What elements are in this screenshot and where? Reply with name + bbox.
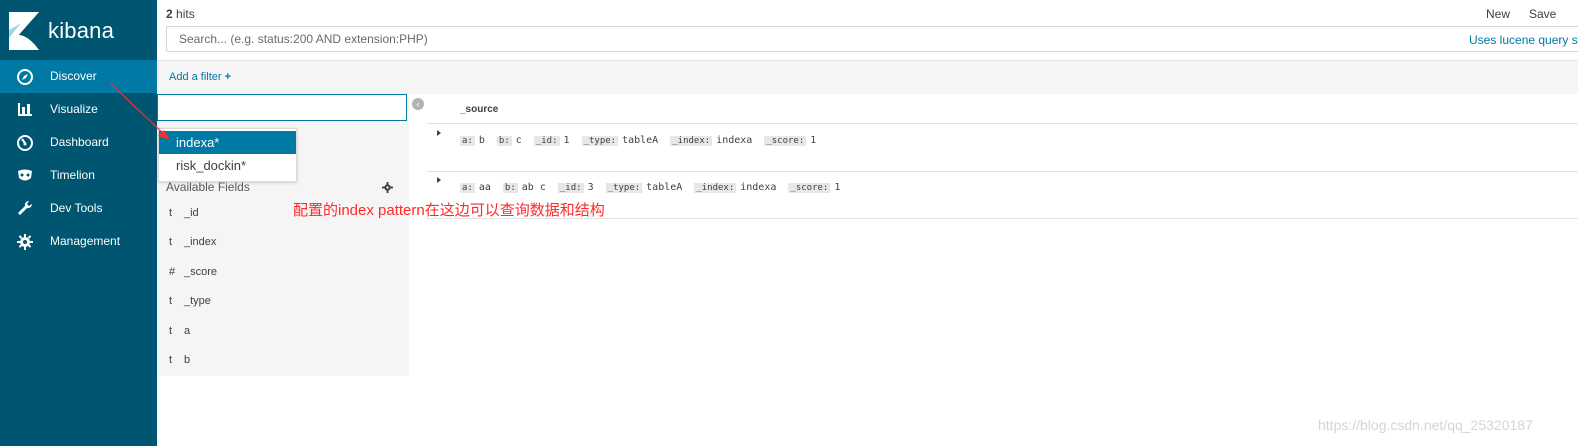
sidebar: kibana Discover Visualize Dashboard Time… — [0, 0, 157, 446]
kibana-logo[interactable]: kibana — [0, 0, 157, 60]
field-value: indexa — [716, 135, 753, 146]
sidebar-item-timelion[interactable]: Timelion — [0, 159, 157, 192]
sidebar-item-label: Visualize — [50, 102, 98, 116]
add-filter-label: Add a filter — [169, 71, 222, 83]
sidebar-item-label: Dev Tools — [50, 201, 103, 215]
timelion-mask-icon — [18, 169, 32, 181]
sidebar-item-label: Dashboard — [50, 135, 109, 149]
sidebar-item-dev-tools[interactable]: Dev Tools — [0, 192, 157, 225]
field-value: 1 — [810, 135, 817, 146]
sidebar-item-dashboard[interactable]: Dashboard — [0, 126, 157, 159]
field-key: a: — [460, 136, 475, 146]
expand-row-icon[interactable] — [437, 177, 441, 183]
field-key: _type: — [605, 183, 643, 193]
search-input[interactable] — [177, 30, 1181, 48]
sidebar-item-label: Timelion — [50, 168, 95, 182]
table-row[interactable]: a: b b: c _id: 1 _type: tableA _index: indexa… — [427, 124, 1578, 172]
index-pattern-search-input[interactable] — [157, 94, 407, 121]
field-key: _score: — [764, 136, 807, 146]
lucene-syntax-link[interactable]: Uses lucene query syntax — [1469, 33, 1578, 47]
field-type-icon: t — [169, 295, 173, 307]
field-value: 3 — [587, 182, 594, 193]
index-pattern-dropdown: indexa* risk_dockin* — [158, 128, 297, 182]
watermark: https://blog.csdn.net/qq_25320187 — [1318, 417, 1533, 433]
documents-table-header: _source — [427, 94, 1578, 124]
index-pattern-option-risk-dockin[interactable]: risk_dockin* — [159, 154, 296, 177]
wrench-icon — [18, 200, 33, 215]
add-filter-button[interactable]: Add a filter + — [169, 71, 231, 83]
field-item-score[interactable]: # _score — [169, 266, 389, 284]
plus-icon: + — [224, 71, 232, 83]
field-value: c — [515, 135, 522, 146]
field-type-icon: t — [169, 325, 173, 337]
field-value: ab c — [521, 182, 546, 193]
sidebar-item-label: Management — [50, 234, 121, 248]
row-source: a: b b: c _id: 1 _type: tableA _index: indexa… — [460, 135, 822, 146]
field-value: 1 — [563, 135, 570, 146]
compass-icon — [17, 69, 33, 85]
field-name: _index — [184, 236, 217, 248]
available-fields-heading: Available Fields — [166, 180, 250, 194]
sidebar-item-discover[interactable]: Discover — [0, 60, 157, 93]
top-bar: 2 hits New Save Uses lucene query syntax — [157, 0, 1578, 60]
field-key: _score: — [788, 183, 831, 193]
field-item-index[interactable]: t _index — [169, 236, 389, 254]
field-value: b — [478, 135, 485, 146]
hits-count: 2 hits — [166, 7, 195, 21]
kibana-brand: kibana — [48, 18, 115, 43]
sidebar-item-visualize[interactable]: Visualize — [0, 93, 157, 126]
field-name: a — [184, 325, 191, 337]
field-key: _type: — [581, 136, 619, 146]
field-type-icon: t — [169, 236, 173, 248]
field-key: b: — [496, 136, 512, 146]
expand-row-icon[interactable] — [437, 130, 441, 136]
gear-icon — [17, 234, 33, 250]
field-type-icon: # — [169, 266, 176, 278]
field-name: _id — [184, 207, 199, 219]
field-value: aa — [478, 182, 491, 193]
field-value: tableA — [622, 135, 659, 146]
search-bar: Uses lucene query syntax — [166, 26, 1578, 52]
field-item-type[interactable]: t _type — [169, 295, 389, 313]
kibana-logo-icon — [9, 12, 39, 50]
field-key: a: — [460, 183, 475, 193]
source-column-header: _source — [460, 104, 499, 115]
field-name: b — [184, 354, 191, 366]
hits-label: hits — [172, 7, 195, 21]
field-value: indexa — [740, 182, 777, 193]
field-key: _index: — [670, 136, 713, 146]
field-type-icon: t — [169, 207, 173, 219]
gear-icon[interactable] — [382, 182, 393, 193]
dashboard-gauge-icon — [17, 135, 33, 151]
field-key: _id: — [533, 136, 560, 146]
field-item-a[interactable]: t a — [169, 325, 389, 343]
row-source: a: aa b: ab c _id: 3 _type: tableA _index: in… — [460, 182, 846, 193]
field-key: b: — [502, 183, 518, 193]
index-pattern-option-indexa[interactable]: indexa* — [159, 131, 296, 154]
field-key: _index: — [694, 183, 737, 193]
collapse-sidebar-icon[interactable]: ‹ — [412, 98, 424, 110]
annotation-text: 配置的index pattern在这边可以查询数据和结构 — [293, 202, 605, 219]
hits-number: 2 — [166, 7, 173, 21]
save-button[interactable]: Save — [1529, 7, 1556, 21]
field-value: 1 — [834, 182, 841, 193]
new-button[interactable]: New — [1486, 7, 1510, 21]
filter-bar: Add a filter + — [157, 60, 1578, 94]
field-key: _id: — [557, 183, 584, 193]
sidebar-item-label: Discover — [50, 69, 97, 83]
field-name: _score — [184, 266, 218, 278]
bar-chart-icon — [18, 103, 32, 116]
field-type-icon: t — [169, 354, 173, 366]
field-name: _type — [184, 295, 211, 307]
field-item-b[interactable]: t b — [169, 354, 389, 372]
field-value: tableA — [646, 182, 683, 193]
sidebar-item-management[interactable]: Management — [0, 225, 157, 258]
